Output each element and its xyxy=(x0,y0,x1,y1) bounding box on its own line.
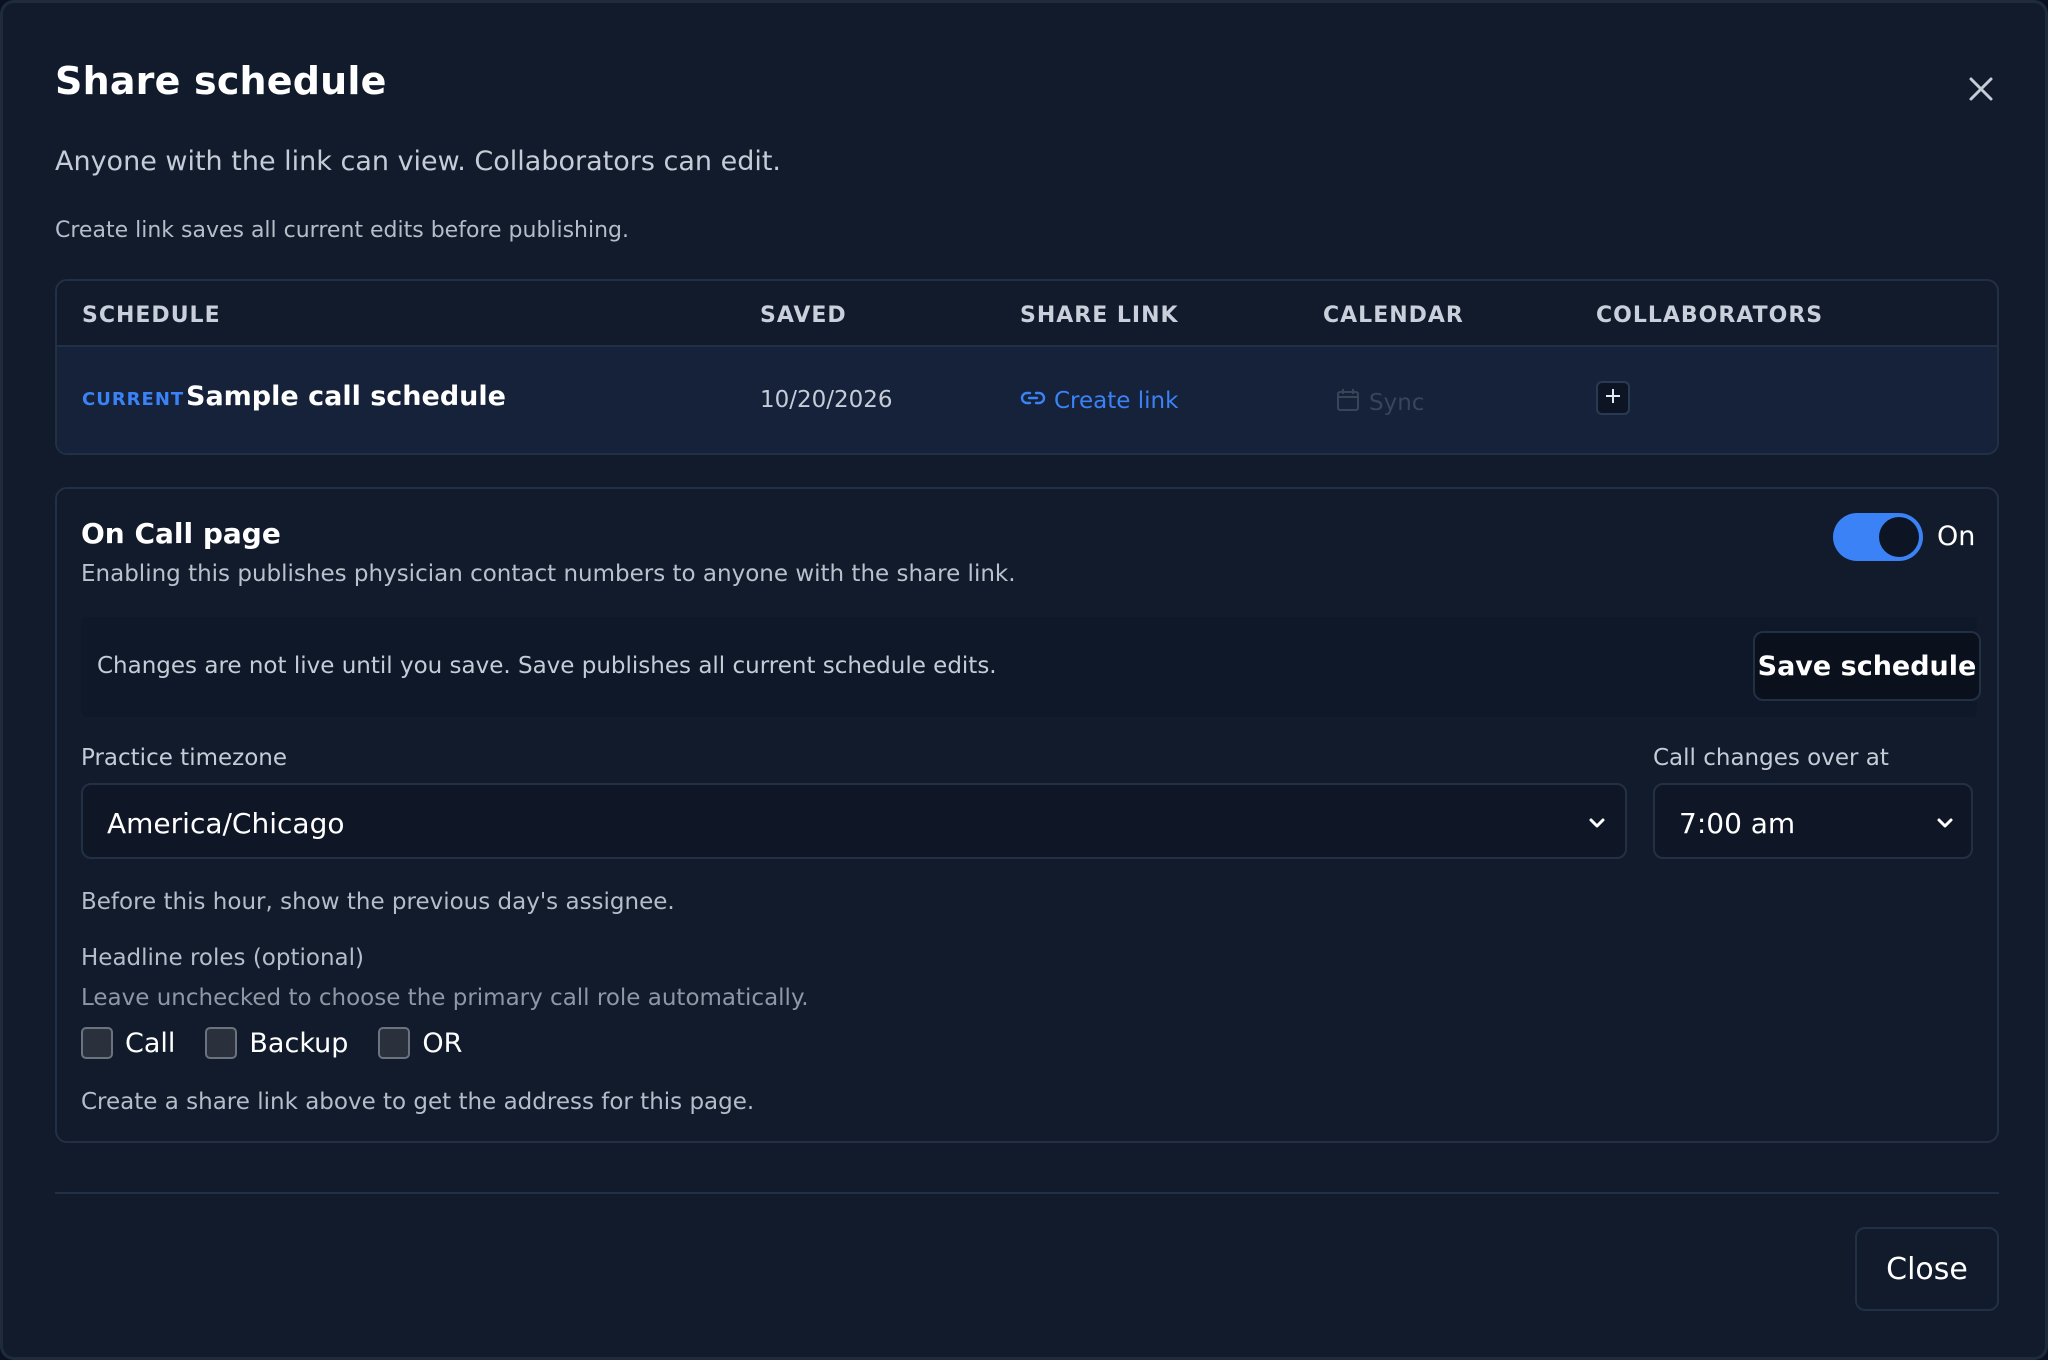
changeover-hint: Before this hour, show the previous day'… xyxy=(81,889,675,915)
header-schedule: SCHEDULE xyxy=(82,303,221,328)
chevron-down-icon xyxy=(1583,809,1611,837)
banner-text: Changes are not live until you save. Sav… xyxy=(97,653,997,679)
role-label: Backup xyxy=(249,1027,349,1059)
on-call-page-card: On Call page Enabling this publishes phy… xyxy=(55,487,1999,1143)
on-call-title: On Call page xyxy=(81,517,281,550)
link-icon xyxy=(1020,385,1046,417)
changeover-select[interactable]: 7:00 am xyxy=(1653,783,1973,859)
role-or-checkbox[interactable]: OR xyxy=(378,1027,462,1059)
toggle-label: On xyxy=(1937,521,1976,552)
dialog-subtitle: Anyone with the link can view. Collabora… xyxy=(55,146,782,177)
table-row: CURRENT Sample call schedule 10/20/2026 … xyxy=(57,347,1997,453)
header-share-link: SHARE LINK xyxy=(1020,303,1179,328)
table-header: SCHEDULE SAVED SHARE LINK CALENDAR COLLA… xyxy=(57,281,1997,347)
header-saved: SAVED xyxy=(760,303,847,328)
close-icon[interactable] xyxy=(1963,71,1999,107)
roles-hint: Leave unchecked to choose the primary ca… xyxy=(81,985,809,1011)
role-label: Call xyxy=(125,1027,176,1059)
sync-label: Sync xyxy=(1369,390,1425,416)
role-label: OR xyxy=(422,1027,463,1059)
header-calendar: CALENDAR xyxy=(1323,303,1464,328)
create-link-label: Create link xyxy=(1054,388,1179,414)
save-banner: Changes are not live until you save. Sav… xyxy=(81,617,1981,717)
toggle-knob xyxy=(1879,517,1919,557)
share-schedule-dialog: Share schedule Anyone with the link can … xyxy=(0,0,2048,1360)
role-call-checkbox[interactable]: Call xyxy=(81,1027,175,1059)
calendar-icon xyxy=(1335,387,1361,419)
role-backup-checkbox[interactable]: Backup xyxy=(205,1027,348,1059)
role-checkboxes: Call Backup OR xyxy=(81,1027,462,1059)
changeover-label: Call changes over at xyxy=(1653,745,1889,771)
plus-icon xyxy=(1604,387,1622,409)
on-call-description: Enabling this publishes physician contac… xyxy=(81,561,1016,587)
checkbox[interactable] xyxy=(378,1027,411,1059)
calendar-sync-button[interactable]: Sync xyxy=(1335,387,1424,419)
dialog-note: Create link saves all current edits befo… xyxy=(55,218,630,243)
changeover-value: 7:00 am xyxy=(1679,807,1796,840)
on-call-toggle[interactable] xyxy=(1833,513,1923,561)
save-schedule-button[interactable]: Save schedule xyxy=(1753,631,1981,701)
saved-date: 10/20/2026 xyxy=(760,387,893,413)
schedule-table: SCHEDULE SAVED SHARE LINK CALENDAR COLLA… xyxy=(55,279,1999,455)
header-collaborators: COLLABORATORS xyxy=(1596,303,1824,328)
timezone-select[interactable]: America/Chicago xyxy=(81,783,1627,859)
timezone-label: Practice timezone xyxy=(81,745,288,771)
timezone-value: America/Chicago xyxy=(107,807,345,840)
close-button[interactable]: Close xyxy=(1855,1227,1999,1311)
current-badge: CURRENT xyxy=(82,389,185,410)
create-link-button[interactable]: Create link xyxy=(1020,385,1178,417)
checkbox[interactable] xyxy=(81,1027,113,1059)
chevron-down-icon xyxy=(1931,809,1959,837)
add-collaborator-button[interactable] xyxy=(1596,381,1630,415)
dialog-title: Share schedule xyxy=(55,59,387,103)
checkbox[interactable] xyxy=(205,1027,238,1059)
schedule-name: Sample call schedule xyxy=(186,381,506,412)
footer-hint: Create a share link above to get the add… xyxy=(81,1089,755,1115)
roles-label: Headline roles (optional) xyxy=(81,945,364,971)
footer-divider xyxy=(55,1192,1999,1194)
